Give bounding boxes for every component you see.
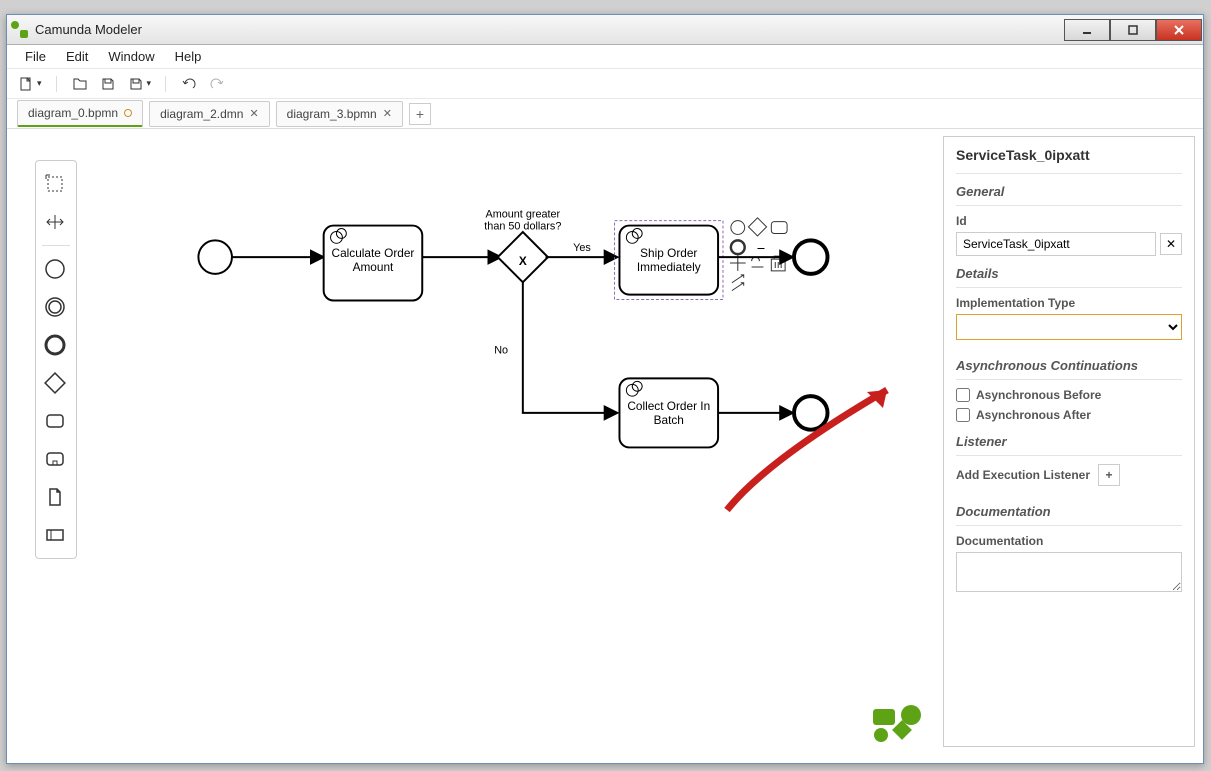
- panel-collapse-tab[interactable]: [943, 297, 944, 347]
- clear-id-button[interactable]: ✕: [1160, 233, 1182, 255]
- close-tab-icon[interactable]: ✕: [383, 107, 392, 120]
- undo-icon[interactable]: [180, 75, 198, 93]
- pad-trash-icon[interactable]: [771, 256, 785, 271]
- context-pad: ⎯: [730, 218, 787, 291]
- participant-icon[interactable]: [36, 516, 74, 554]
- pad-event-icon[interactable]: [731, 221, 745, 235]
- redo-icon[interactable]: [208, 75, 226, 93]
- open-icon[interactable]: [71, 75, 89, 93]
- tab-diagram-0[interactable]: diagram_0.bpmn: [17, 100, 143, 127]
- end-event-2[interactable]: [794, 396, 828, 430]
- tool-palette: [35, 160, 77, 559]
- impl-type-select[interactable]: [956, 314, 1182, 340]
- documentation-label: Documentation: [956, 534, 1182, 548]
- pad-gateway-icon[interactable]: [748, 218, 766, 236]
- id-input[interactable]: [956, 232, 1156, 256]
- pad-end-event-icon[interactable]: [731, 240, 745, 254]
- camunda-logo-icon: [871, 703, 923, 743]
- close-button[interactable]: [1156, 19, 1202, 41]
- tabstrip: diagram_0.bpmn diagram_2.dmn✕ diagram_3.…: [7, 99, 1203, 129]
- app-window: Camunda Modeler File Edit Window Help ▾ …: [6, 14, 1204, 764]
- pad-annotation-icon[interactable]: ⎯: [758, 240, 765, 255]
- diagram-canvas[interactable]: Calculate OrderAmount X Amount greaterth…: [87, 130, 935, 755]
- section-general: General: [956, 184, 1182, 206]
- end-event-icon[interactable]: [36, 326, 74, 364]
- pad-task-icon[interactable]: [771, 222, 787, 234]
- pad-wrench-icon[interactable]: [752, 257, 764, 267]
- tab-diagram-3[interactable]: diagram_3.bpmn✕: [276, 101, 403, 127]
- add-listener-row: Add Execution Listener +: [956, 464, 1182, 486]
- id-label: Id: [956, 214, 1182, 228]
- svg-text:X: X: [519, 254, 527, 268]
- svg-text:Ship OrderImmediately: Ship OrderImmediately: [637, 246, 701, 274]
- start-event-icon[interactable]: [36, 250, 74, 288]
- new-file-icon[interactable]: [17, 75, 35, 93]
- space-tool-icon[interactable]: [36, 203, 74, 241]
- save-icon[interactable]: [99, 75, 117, 93]
- titlebar: Camunda Modeler: [7, 15, 1203, 45]
- section-listener: Listener: [956, 434, 1182, 456]
- dirty-indicator-icon: [124, 109, 132, 117]
- toolbar: ▾ ▾: [7, 69, 1203, 99]
- window-buttons: [1064, 19, 1202, 41]
- flow-label-no: No: [494, 345, 508, 357]
- gateway-icon[interactable]: [36, 364, 74, 402]
- end-event-1[interactable]: [794, 240, 828, 274]
- async-before-check[interactable]: Asynchronous Before: [956, 388, 1182, 402]
- menu-window[interactable]: Window: [98, 46, 164, 67]
- body-area: Calculate OrderAmount X Amount greaterth…: [7, 130, 1203, 755]
- pad-connect-icon[interactable]: [732, 275, 744, 291]
- impl-type-label: Implementation Type: [956, 296, 1182, 310]
- maximize-button[interactable]: [1110, 19, 1156, 41]
- app-icon: [11, 21, 29, 39]
- subprocess-icon[interactable]: [36, 440, 74, 478]
- add-listener-button[interactable]: +: [1098, 464, 1120, 486]
- window-title: Camunda Modeler: [35, 22, 1064, 37]
- add-tab-button[interactable]: +: [409, 103, 431, 125]
- start-event[interactable]: [198, 240, 232, 274]
- panel-title: ServiceTask_0ipxatt: [956, 147, 1182, 174]
- minimize-button[interactable]: [1064, 19, 1110, 41]
- section-details: Details: [956, 266, 1182, 288]
- lasso-tool-icon[interactable]: [36, 165, 74, 203]
- documentation-textarea[interactable]: [956, 552, 1182, 592]
- tab-diagram-2[interactable]: diagram_2.dmn✕: [149, 101, 270, 127]
- intermediate-event-icon[interactable]: [36, 288, 74, 326]
- task-icon[interactable]: [36, 402, 74, 440]
- menubar: File Edit Window Help: [7, 45, 1203, 69]
- section-async: Asynchronous Continuations: [956, 358, 1182, 380]
- svg-text:Amount greaterthan 50 dollars?: Amount greaterthan 50 dollars?: [484, 209, 561, 233]
- save-as-icon[interactable]: [127, 75, 145, 93]
- section-documentation: Documentation: [956, 504, 1182, 526]
- properties-panel: ServiceTask_0ipxatt General Id ✕ Details…: [943, 136, 1195, 747]
- close-tab-icon[interactable]: ✕: [249, 107, 258, 120]
- menu-help[interactable]: Help: [165, 46, 212, 67]
- menu-file[interactable]: File: [15, 46, 56, 67]
- data-object-icon[interactable]: [36, 478, 74, 516]
- async-after-check[interactable]: Asynchronous After: [956, 408, 1182, 422]
- menu-edit[interactable]: Edit: [56, 46, 98, 67]
- flow-label-yes: Yes: [573, 242, 591, 254]
